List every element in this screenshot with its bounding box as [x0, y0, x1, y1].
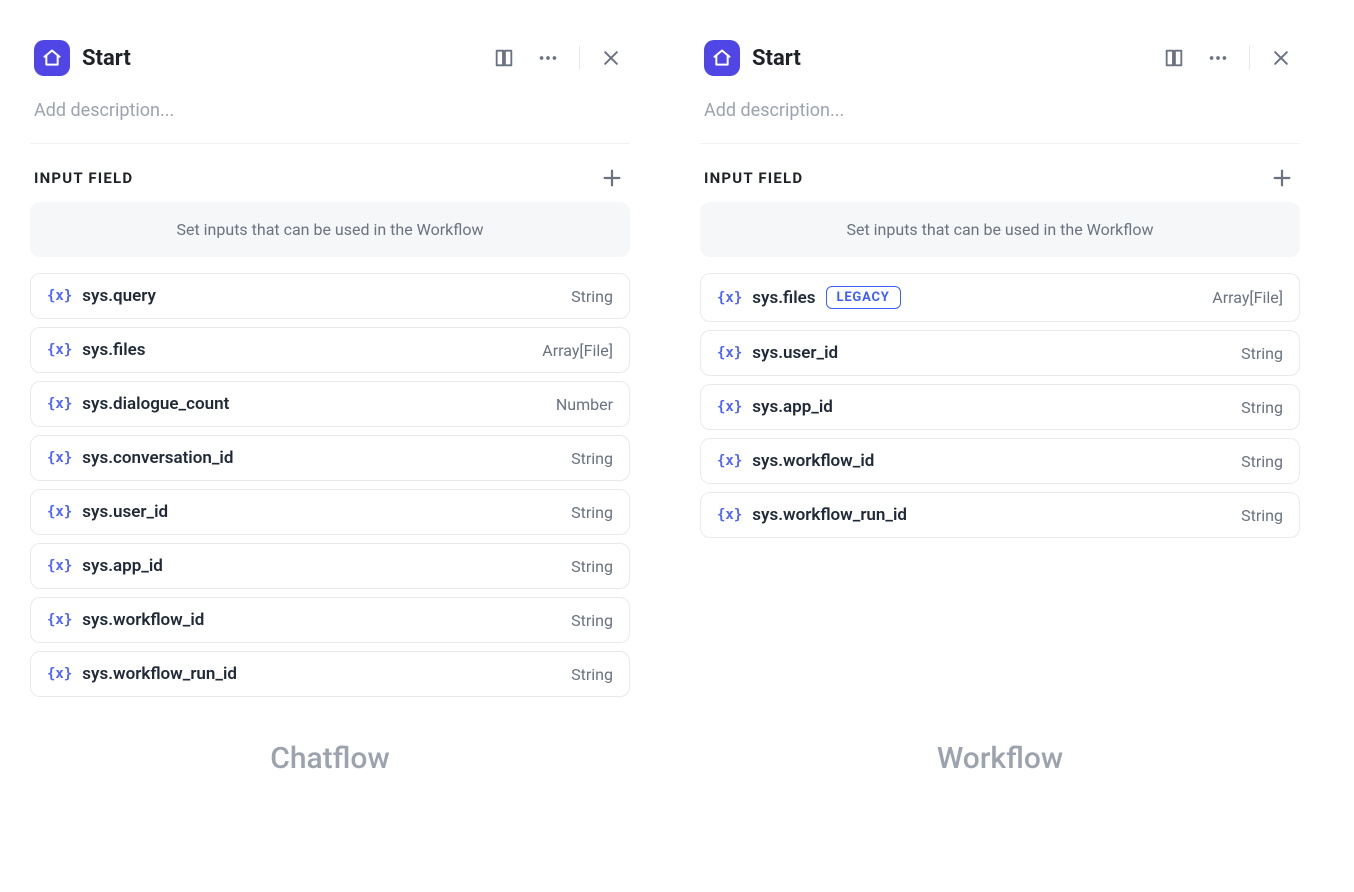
field-name-text: sys.query	[82, 286, 156, 306]
panel-chatflow: Start Add description... INPUT FIELD Set in…	[30, 40, 630, 697]
input-field-row[interactable]: {x} sys.dialogue_count Number	[30, 381, 630, 427]
variable-icon: {x}	[47, 558, 72, 574]
variable-icon: {x}	[47, 450, 72, 466]
input-field-list: {x} sys.query String {x} sys.files Array[File…	[30, 273, 630, 697]
input-field-row[interactable]: {x} sys.workflow_run_id String	[700, 492, 1300, 538]
field-name-text: sys.user_id	[752, 343, 838, 363]
variable-icon: {x}	[717, 290, 742, 306]
header-actions	[1159, 43, 1296, 73]
panel-workflow: Start Add description... INPUT FIELD Set in…	[700, 40, 1300, 538]
input-field-section-header: INPUT FIELD	[700, 164, 1300, 192]
input-field-row[interactable]: {x} sys.workflow_run_id String	[30, 651, 630, 697]
field-name: sys.workflow_run_id	[752, 505, 1231, 525]
field-name: sys.workflow_run_id	[82, 664, 561, 684]
variable-icon: {x}	[47, 396, 72, 412]
input-field-section-header: INPUT FIELD	[30, 164, 630, 192]
variable-icon: {x}	[47, 288, 72, 304]
field-type: Array[File]	[542, 341, 613, 360]
input-field-row[interactable]: {x} sys.user_id String	[30, 489, 630, 535]
field-name-text: sys.user_id	[82, 502, 168, 522]
field-name: sys.conversation_id	[82, 448, 561, 468]
add-input-field-button[interactable]	[1268, 164, 1296, 192]
field-name: sys.workflow_id	[752, 451, 1231, 471]
input-field-row[interactable]: {x} sys.app_id String	[700, 384, 1300, 430]
caption-workflow: Workflow	[700, 741, 1300, 776]
docs-button[interactable]	[1159, 43, 1189, 73]
docs-button[interactable]	[489, 43, 519, 73]
field-type: String	[571, 449, 613, 468]
field-type: String	[1241, 398, 1283, 417]
variable-icon: {x}	[47, 612, 72, 628]
panel-title: Start	[82, 46, 477, 71]
description-input[interactable]: Add description...	[700, 100, 1300, 144]
input-field-row[interactable]: {x} sys.app_id String	[30, 543, 630, 589]
add-input-field-button[interactable]	[598, 164, 626, 192]
input-field-row[interactable]: {x} sys.workflow_id String	[30, 597, 630, 643]
input-field-row[interactable]: {x} sys.conversation_id String	[30, 435, 630, 481]
field-name-text: sys.workflow_id	[82, 610, 204, 630]
more-button[interactable]	[1203, 43, 1233, 73]
field-name: sys.query	[82, 286, 561, 306]
field-name: sys.app_id	[752, 397, 1231, 417]
field-name: sys.files	[82, 340, 532, 360]
variable-icon: {x}	[47, 666, 72, 682]
variable-icon: {x}	[47, 342, 72, 358]
divider	[1249, 46, 1250, 70]
field-name-text: sys.conversation_id	[82, 448, 233, 468]
field-type: Array[File]	[1212, 288, 1283, 307]
close-button[interactable]	[596, 43, 626, 73]
field-name: sys.dialogue_count	[82, 394, 546, 414]
description-input[interactable]: Add description...	[30, 100, 630, 144]
input-field-row[interactable]: {x} sys.files LEGACY Array[File]	[700, 273, 1300, 322]
panel-header: Start	[700, 40, 1300, 76]
input-field-row[interactable]: {x} sys.query String	[30, 273, 630, 319]
header-actions	[489, 43, 626, 73]
variable-icon: {x}	[717, 453, 742, 469]
field-type: Number	[556, 395, 613, 414]
field-type: String	[571, 287, 613, 306]
panel-title: Start	[752, 46, 1147, 71]
field-type: String	[1241, 344, 1283, 363]
field-name-text: sys.workflow_id	[752, 451, 874, 471]
panel-header: Start	[30, 40, 630, 76]
caption-chatflow: Chatflow	[30, 741, 630, 776]
field-name-text: sys.files	[752, 288, 815, 308]
field-name-text: sys.app_id	[752, 397, 833, 417]
field-name-text: sys.files	[82, 340, 145, 360]
field-type: String	[571, 557, 613, 576]
input-field-row[interactable]: {x} sys.workflow_id String	[700, 438, 1300, 484]
variable-icon: {x}	[717, 507, 742, 523]
home-icon[interactable]	[704, 40, 740, 76]
field-type: String	[571, 503, 613, 522]
variable-icon: {x}	[717, 399, 742, 415]
field-name-text: sys.workflow_run_id	[82, 664, 237, 684]
input-field-hint: Set inputs that can be used in the Workf…	[30, 202, 630, 257]
input-field-row[interactable]: {x} sys.files Array[File]	[30, 327, 630, 373]
variable-icon: {x}	[47, 504, 72, 520]
field-name: sys.workflow_id	[82, 610, 561, 630]
field-type: String	[1241, 452, 1283, 471]
field-name-text: sys.app_id	[82, 556, 163, 576]
field-name-text: sys.workflow_run_id	[752, 505, 907, 525]
input-field-hint: Set inputs that can be used in the Workf…	[700, 202, 1300, 257]
field-type: String	[571, 611, 613, 630]
field-name: sys.files LEGACY	[752, 286, 1202, 309]
divider	[579, 46, 580, 70]
more-button[interactable]	[533, 43, 563, 73]
field-name: sys.user_id	[752, 343, 1231, 363]
field-name: sys.user_id	[82, 502, 561, 522]
section-title: INPUT FIELD	[704, 169, 803, 187]
section-title: INPUT FIELD	[34, 169, 133, 187]
variable-icon: {x}	[717, 345, 742, 361]
field-name: sys.app_id	[82, 556, 561, 576]
input-field-list: {x} sys.files LEGACY Array[File] {x} sys.user…	[700, 273, 1300, 538]
legacy-badge: LEGACY	[826, 286, 901, 309]
home-icon[interactable]	[34, 40, 70, 76]
field-type: String	[571, 665, 613, 684]
close-button[interactable]	[1266, 43, 1296, 73]
field-name-text: sys.dialogue_count	[82, 394, 229, 414]
field-type: String	[1241, 506, 1283, 525]
input-field-row[interactable]: {x} sys.user_id String	[700, 330, 1300, 376]
